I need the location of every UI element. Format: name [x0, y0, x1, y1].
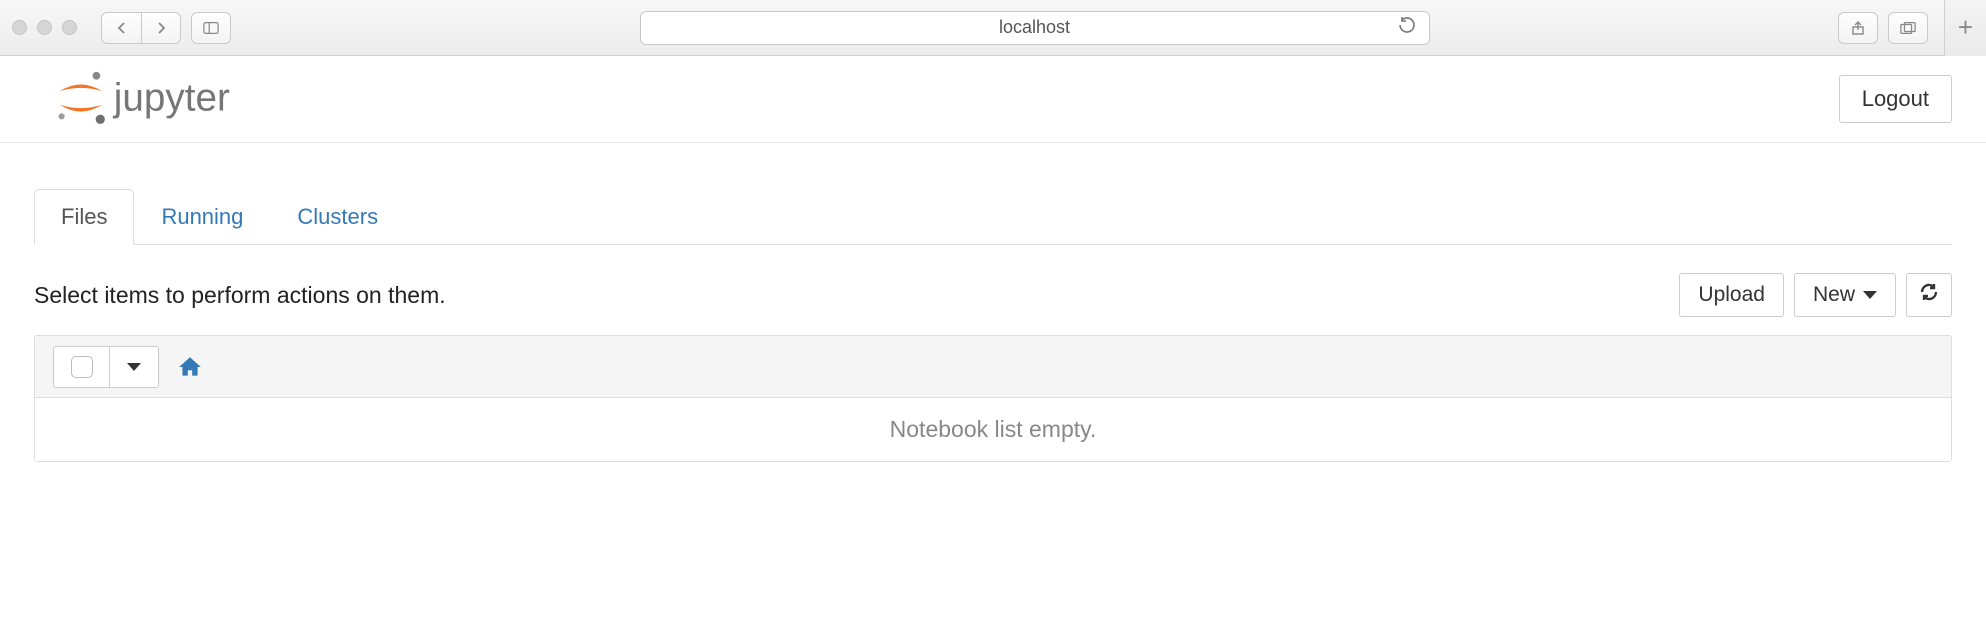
jupyter-body: Files Running Clusters Select items to p…: [0, 143, 1986, 482]
list-header: [35, 336, 1951, 398]
logout-button[interactable]: Logout: [1839, 75, 1952, 123]
jupyter-header: jupyter Logout: [0, 56, 1986, 143]
minimize-window-icon[interactable]: [37, 20, 52, 35]
nav-back-forward: [101, 12, 181, 44]
back-button[interactable]: [101, 12, 141, 44]
refresh-icon: [1919, 282, 1939, 308]
select-dropdown[interactable]: [110, 347, 158, 387]
show-tabs-button[interactable]: [1888, 12, 1928, 44]
close-window-icon[interactable]: [12, 20, 27, 35]
sidebar-toggle-button[interactable]: [191, 12, 231, 44]
tab-clusters[interactable]: Clusters: [270, 189, 405, 245]
chevron-down-icon: [127, 363, 141, 371]
share-button[interactable]: [1838, 12, 1878, 44]
address-bar[interactable]: localhost: [640, 11, 1430, 45]
zoom-window-icon[interactable]: [62, 20, 77, 35]
address-text: localhost: [999, 17, 1070, 38]
forward-button[interactable]: [141, 12, 181, 44]
action-prompt: Select items to perform actions on them.: [34, 282, 446, 309]
tab-running[interactable]: Running: [134, 189, 270, 245]
reload-icon[interactable]: [1397, 15, 1417, 40]
window-controls: [12, 20, 77, 35]
svg-text:jupyter: jupyter: [113, 77, 230, 120]
browser-toolbar: localhost +: [0, 0, 1986, 56]
chevron-down-icon: [1863, 291, 1877, 299]
browser-right-controls: +: [1838, 0, 1974, 56]
action-row: Select items to perform actions on them.…: [34, 273, 1952, 317]
select-all-group: [53, 346, 159, 388]
list-empty-message: Notebook list empty.: [35, 398, 1951, 461]
new-button-label: New: [1813, 283, 1855, 307]
breadcrumb-home[interactable]: [177, 354, 203, 380]
upload-button[interactable]: Upload: [1679, 273, 1784, 317]
new-tab-button[interactable]: +: [1944, 0, 1986, 56]
notebook-list: Notebook list empty.: [34, 335, 1952, 462]
tabs: Files Running Clusters: [34, 189, 1952, 245]
refresh-button[interactable]: [1906, 273, 1952, 317]
jupyter-logo[interactable]: jupyter: [50, 70, 301, 128]
new-button[interactable]: New: [1794, 273, 1896, 317]
select-all-checkbox[interactable]: [54, 347, 110, 387]
tab-files[interactable]: Files: [34, 189, 134, 245]
action-buttons: Upload New: [1679, 273, 1952, 317]
checkbox-icon: [71, 356, 93, 378]
